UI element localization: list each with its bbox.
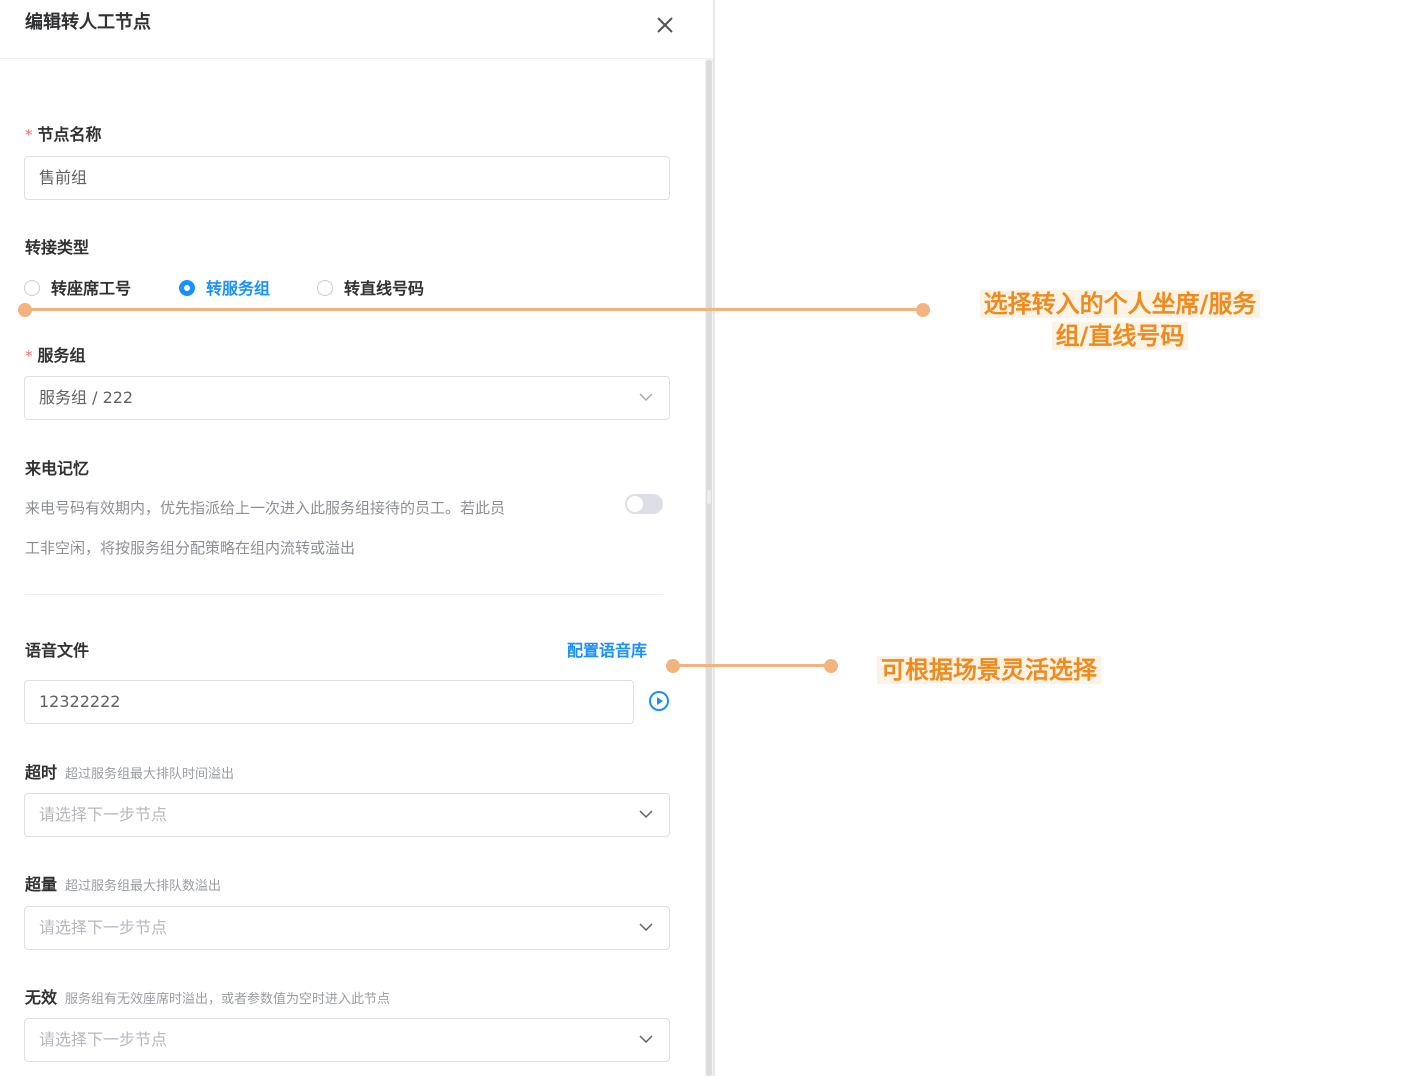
voice-annotation: 可根据场景灵活选择: [858, 654, 1120, 686]
close-icon: [657, 17, 673, 33]
overflow-select[interactable]: 请选择下一步节点: [24, 906, 670, 950]
node-name-input[interactable]: 售前组: [24, 156, 670, 200]
call-memory-label: 来电记忆: [25, 459, 90, 478]
panel-header: 编辑转人工节点: [0, 0, 713, 59]
required-mark: *: [25, 126, 33, 144]
divider: [25, 594, 663, 595]
voice-file-label: 语音文件: [25, 641, 90, 660]
invalid-select[interactable]: 请选择下一步节点: [24, 1018, 670, 1062]
service-group-value: 服务组 / 222: [39, 388, 134, 407]
voice-file-value: 12322222: [39, 692, 121, 711]
invalid-label: 无效 服务组有无效座席时溢出，或者参数值为空时进入此节点: [25, 988, 391, 1007]
close-button[interactable]: [650, 10, 680, 40]
configure-voice-library-link[interactable]: 配置语音库: [567, 637, 647, 661]
panel-title: 编辑转人工节点: [25, 12, 151, 33]
callout-line-voice: [673, 664, 831, 667]
transfer-annotation: 选择转入的个人坐席/服务 组/直线号码: [955, 288, 1285, 352]
callout-dot-end: [916, 303, 930, 317]
node-name-label: * 节点名称: [25, 125, 102, 144]
node-name-value: 售前组: [39, 168, 88, 187]
chevron-down-icon: [639, 923, 653, 932]
service-group-select[interactable]: 服务组 / 222: [24, 376, 670, 420]
radio-circle-icon: [317, 280, 333, 296]
timeout-select[interactable]: 请选择下一步节点: [24, 793, 670, 837]
transfer-type-label: 转接类型: [25, 238, 90, 257]
voice-file-input[interactable]: 12322222: [24, 680, 634, 724]
required-mark: *: [25, 347, 33, 365]
callout-dot-end: [824, 659, 838, 673]
overflow-label: 超量 超过服务组最大排队数溢出: [25, 875, 222, 894]
timeout-placeholder: 请选择下一步节点: [39, 805, 168, 824]
chevron-down-icon: [639, 393, 653, 402]
callout-line-transfer: [25, 308, 923, 311]
play-icon[interactable]: [647, 689, 671, 713]
timeout-label: 超时 超过服务组最大排队时间溢出: [25, 763, 235, 782]
overflow-hint: 超过服务组最大排队数溢出: [65, 879, 222, 894]
call-memory-toggle[interactable]: [625, 494, 663, 514]
chevron-down-icon: [639, 810, 653, 819]
service-group-label: * 服务组: [25, 346, 86, 365]
toggle-knob: [627, 496, 643, 512]
invalid-placeholder: 请选择下一步节点: [39, 1030, 168, 1049]
scroll-handle: [707, 490, 711, 504]
radio-circle-icon: [24, 280, 40, 296]
scrollbar-thumb[interactable]: [706, 60, 712, 1076]
call-memory-description: 来电号码有效期内，优先指派给上一次进入此服务组接待的员工。若此员 工非空闲，将按…: [25, 499, 506, 557]
chevron-down-icon: [639, 1035, 653, 1044]
timeout-hint: 超过服务组最大排队时间溢出: [65, 767, 235, 782]
edit-node-panel: 编辑转人工节点 *节点名称 售前组 转接类型 转座席工号 转服务组 转直线号码: [0, 0, 715, 1076]
overflow-placeholder: 请选择下一步节点: [39, 918, 168, 937]
invalid-hint: 服务组有无效座席时溢出，或者参数值为空时进入此节点: [65, 992, 391, 1007]
radio-checked-icon: [179, 280, 195, 296]
